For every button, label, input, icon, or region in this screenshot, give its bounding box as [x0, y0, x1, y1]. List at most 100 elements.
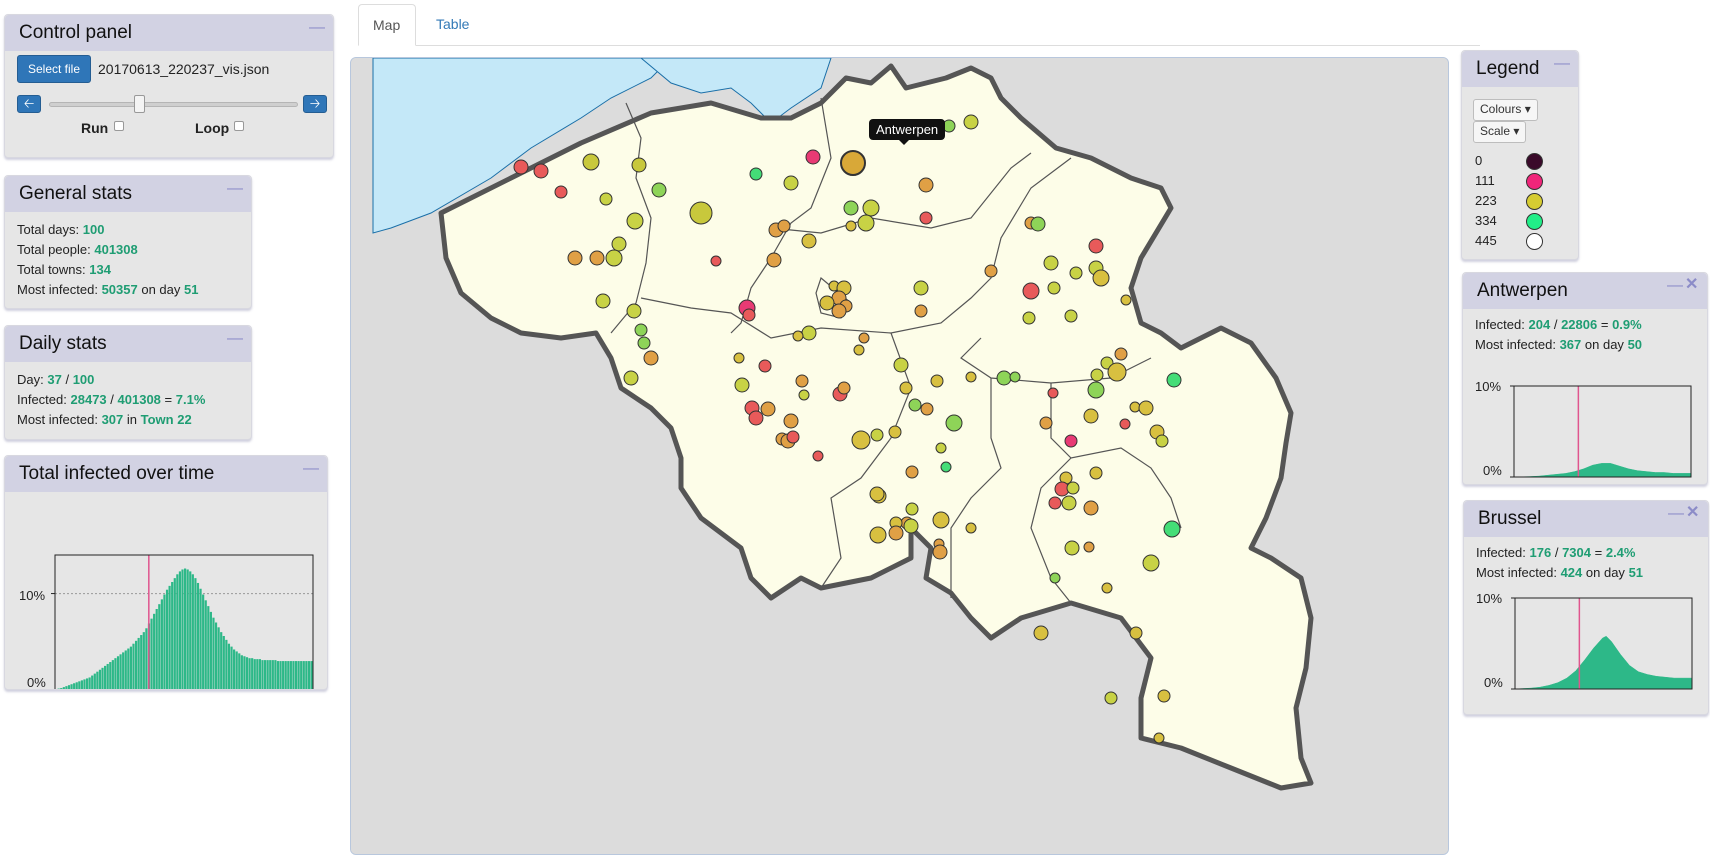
- colours-dropdown[interactable]: Colours ▾: [1473, 99, 1538, 121]
- legend-title: Legend: [1476, 58, 1540, 79]
- bar: [65, 686, 68, 689]
- general-stats-body: Total days: 100 Total people: 401308 Tot…: [5, 212, 251, 312]
- general-stats-header: General stats —: [5, 176, 251, 212]
- belgium-map[interactable]: [351, 58, 1449, 855]
- town-infected-line: Infected: 176 / 7304 = 2.4%: [1476, 545, 1696, 561]
- daily-stats-header: Daily stats —: [5, 326, 251, 362]
- bar: [230, 646, 233, 689]
- total-days-line: Total days: 100: [17, 222, 239, 238]
- close-icon[interactable]: ✕: [1685, 277, 1699, 293]
- tab-table-label: Table: [436, 16, 470, 32]
- bar: [145, 628, 148, 689]
- bar: [305, 661, 308, 689]
- bar: [176, 574, 179, 689]
- minimize-icon[interactable]: —: [1668, 506, 1684, 522]
- next-day-button[interactable]: 🡢: [303, 95, 327, 113]
- bar: [269, 660, 272, 689]
- legend-swatch: [1526, 213, 1543, 230]
- minimize-icon[interactable]: —: [227, 331, 243, 347]
- day-slider-track[interactable]: [49, 102, 298, 107]
- bar: [294, 661, 298, 689]
- bar: [158, 604, 161, 689]
- bar: [142, 632, 145, 689]
- legend-item: 111: [1475, 173, 1495, 188]
- bar: [204, 600, 207, 689]
- minimize-icon[interactable]: —: [1667, 278, 1683, 294]
- bar: [274, 660, 277, 689]
- bar: [109, 662, 112, 689]
- bar: [191, 574, 194, 689]
- bar: [150, 618, 153, 689]
- bar: [253, 659, 256, 689]
- bar: [256, 659, 259, 689]
- day-line: Day: 37 / 100: [17, 372, 239, 388]
- bar: [227, 643, 231, 689]
- minimize-icon[interactable]: —: [303, 461, 319, 477]
- town-most-infected-line: Most infected: 367 on day 50: [1475, 337, 1695, 353]
- bar: [80, 680, 83, 689]
- town-most-infected-line: Most infected: 424 on day 51: [1476, 565, 1696, 581]
- bar: [93, 673, 96, 689]
- control-panel-body: Select file 20170613_220237_vis.json 🡠 🡢…: [5, 51, 333, 159]
- total-people-line: Total people: 401308: [17, 242, 239, 258]
- minimize-icon[interactable]: —: [309, 20, 325, 36]
- day-slider-thumb[interactable]: [134, 95, 145, 113]
- loop-checkbox[interactable]: [234, 121, 244, 131]
- bar: [302, 661, 305, 689]
- minimize-icon[interactable]: —: [1554, 56, 1570, 72]
- caret-down-icon: ▾: [1524, 102, 1531, 116]
- infected-percent: 0.9%: [1612, 317, 1642, 332]
- bar: [132, 643, 135, 689]
- tab-map[interactable]: Map: [358, 4, 416, 46]
- general-stats-panel: General stats — Total days: 100 Total pe…: [4, 175, 252, 309]
- prev-day-button[interactable]: 🡠: [17, 95, 41, 113]
- most-infected-label: Most infected:: [17, 412, 98, 427]
- scale-dropdown[interactable]: Scale ▾: [1473, 121, 1527, 143]
- run-checkbox[interactable]: [114, 121, 124, 131]
- bar: [178, 571, 182, 689]
- bar: [186, 569, 189, 689]
- bar: [101, 667, 104, 689]
- bar: [165, 589, 169, 689]
- most-infected-label: Most infected:: [1475, 337, 1556, 352]
- day-value: 37: [47, 372, 62, 387]
- select-file-button[interactable]: Select file: [17, 55, 91, 83]
- bar: [155, 609, 158, 689]
- tab-table[interactable]: Table: [422, 4, 483, 46]
- day-separator: /: [65, 372, 70, 387]
- legend-value: 0: [1475, 153, 1483, 168]
- town-panel-header: Brussel — ✕: [1464, 501, 1708, 537]
- loop-label: Loop: [195, 120, 230, 136]
- infected-separator: /: [110, 392, 114, 407]
- close-icon[interactable]: ✕: [1686, 505, 1700, 521]
- bar: [276, 661, 280, 689]
- minimize-icon[interactable]: —: [227, 181, 243, 197]
- infected-percent: 7.1%: [175, 392, 206, 407]
- population-value: 22806: [1561, 317, 1598, 332]
- total-infected-title: Total infected over time: [19, 463, 215, 484]
- legend-swatch: [1526, 193, 1543, 210]
- bar: [181, 569, 184, 689]
- bar: [245, 657, 249, 689]
- legend-item: 223: [1475, 193, 1497, 208]
- town-panel-antwerpen: Antwerpen — ✕ Infected: 204 / 22806 = 0.…: [1462, 272, 1708, 485]
- bar: [73, 683, 76, 689]
- bar: [134, 640, 138, 689]
- infected-label: Infected:: [1475, 317, 1525, 332]
- bar: [287, 661, 290, 689]
- town-panel-title: Brussel: [1478, 508, 1542, 529]
- bar: [78, 681, 81, 689]
- control-panel: Control panel — Select file 20170613_220…: [4, 14, 334, 158]
- bar: [184, 568, 187, 689]
- legend-panel: Legend — Colours ▾ Scale ▾ 0 111 223 334…: [1461, 50, 1579, 260]
- legend-value: 334: [1475, 213, 1497, 228]
- infected-percent: 2.4%: [1605, 545, 1636, 560]
- legend-header: Legend —: [1462, 51, 1578, 87]
- daily-stats-body: Day: 37 / 100 Infected: 28473 / 401308 =…: [5, 362, 251, 442]
- bar: [114, 658, 117, 689]
- chart-marks: [51, 555, 313, 689]
- y-tick-label-top: 10%: [1476, 591, 1502, 606]
- map-view[interactable]: Antwerpen: [350, 57, 1449, 855]
- infected-line: Infected: 28473 / 401308 = 7.1%: [17, 392, 239, 408]
- bar: [261, 660, 264, 689]
